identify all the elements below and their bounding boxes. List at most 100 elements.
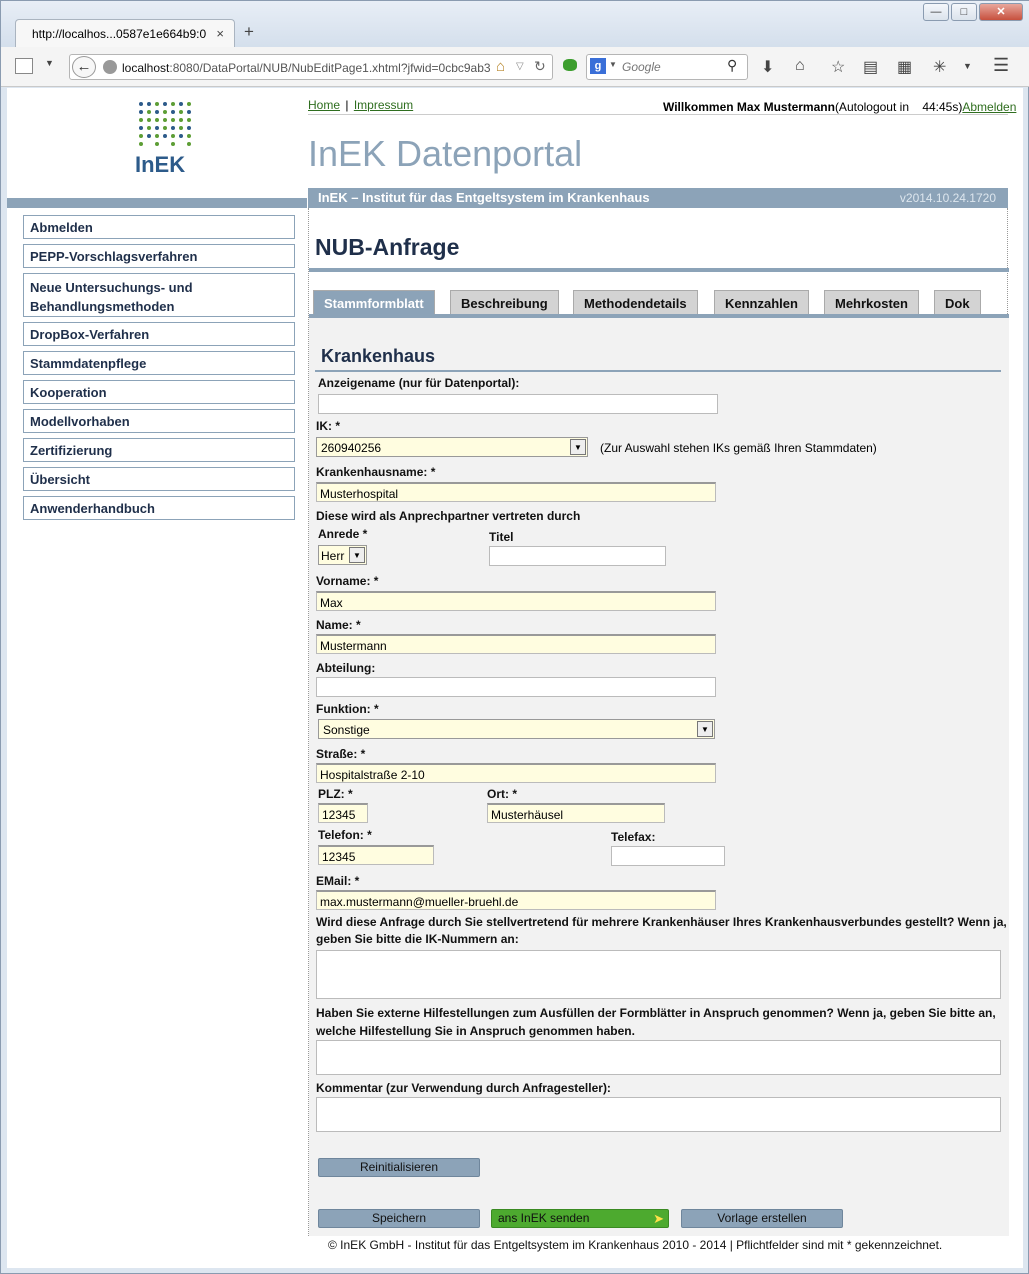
addon3-icon[interactable]: ✳: [933, 57, 946, 77]
sidebar-item-label: DropBox-Verfahren: [30, 327, 150, 342]
section-divider: [315, 370, 1001, 372]
search-bar[interactable]: g ▼ Google ⚲: [586, 54, 748, 80]
reload-icon[interactable]: ↻: [534, 58, 546, 75]
anrede-label: Anrede *: [318, 527, 368, 541]
main-content: NUB-Anfrage Stammformblatt Beschreibung …: [308, 208, 1009, 1236]
sidebar-item-label: Neue Untersuchungs- und Behandlungsmetho…: [30, 280, 193, 314]
tab-methodendetails[interactable]: Methodendetails: [573, 290, 698, 314]
minimize-icon[interactable]: —: [923, 3, 949, 21]
sidebar-item-kooperation[interactable]: Kooperation: [23, 380, 295, 404]
funktion-value: Sonstige: [323, 723, 370, 737]
email-field[interactable]: max.mustermann@mueller-bruehl.de: [316, 890, 716, 910]
sidebar-item-handbuch[interactable]: Anwenderhandbuch: [23, 496, 295, 520]
sidebar-item-label: Anwenderhandbuch: [30, 501, 155, 516]
telefon-field[interactable]: 12345: [318, 845, 434, 865]
close-window-icon[interactable]: ✕: [979, 3, 1023, 21]
anzeigename-label: Anzeigename (nur für Datenportal):: [318, 376, 520, 390]
titel-field[interactable]: [489, 546, 666, 566]
section-title: Krankenhaus: [321, 346, 436, 366]
hilfe-textarea[interactable]: [316, 1040, 1001, 1075]
home-icon[interactable]: ⌂: [795, 57, 805, 75]
logout-link[interactable]: Abmelden: [962, 100, 1016, 114]
bookmark-star-icon[interactable]: ☆: [831, 57, 845, 77]
home-bookmark-icon[interactable]: ⌂: [496, 58, 505, 75]
tab-close-icon[interactable]: ×: [216, 26, 224, 41]
addon2-icon[interactable]: ▦: [897, 57, 912, 77]
ik-label: IK: *: [316, 419, 340, 433]
ort-field[interactable]: Musterhäusel: [487, 803, 665, 823]
vorname-label: Vorname: *: [316, 574, 379, 588]
email-label: EMail: *: [316, 874, 360, 888]
sidebar-item-abmelden[interactable]: Abmelden: [23, 215, 295, 239]
history-dropdown-icon[interactable]: ▼: [45, 58, 54, 68]
vorname-field[interactable]: Max: [316, 591, 716, 611]
welcome-text: Willkommen Max Mustermann: [663, 100, 835, 114]
anrede-select[interactable]: Herr ▼: [318, 545, 367, 565]
tab-beschreibung[interactable]: Beschreibung: [450, 290, 559, 314]
welcome-area: Willkommen Max Mustermann(Autologout in …: [663, 100, 1016, 114]
ik-select[interactable]: 260940256 ▼: [316, 437, 588, 457]
toolbar-dropdown-icon[interactable]: ▼: [963, 61, 972, 71]
chevron-down-icon[interactable]: ▼: [697, 721, 713, 737]
reinitialize-button[interactable]: Reinitialisieren: [318, 1158, 480, 1177]
telefax-label: Telefax:: [611, 830, 656, 844]
footer-text: © InEK GmbH - Institut für das Entgeltsy…: [328, 1238, 943, 1252]
sidebar-item-label: Kooperation: [30, 385, 107, 400]
funktion-select[interactable]: Sonstige ▼: [318, 719, 715, 739]
sidebar-item-pepp[interactable]: PEPP-Vorschlagsverfahren: [23, 244, 295, 268]
sidebar-item-zertifizierung[interactable]: Zertifizierung: [23, 438, 295, 462]
telefon-label: Telefon: *: [318, 828, 372, 842]
url-bar[interactable]: ← localhost:8080/DataPortal/NUB/NubEditP…: [69, 54, 553, 80]
kommentar-textarea[interactable]: [316, 1097, 1001, 1132]
create-template-button[interactable]: Vorlage erstellen: [681, 1209, 843, 1228]
verbund-textarea[interactable]: [316, 950, 1001, 999]
strasse-field[interactable]: Hospitalstraße 2-10: [316, 763, 716, 783]
title-bar: http://localhos...0587e1e664b9:0 × + — □…: [1, 1, 1029, 47]
funktion-label: Funktion: *: [316, 702, 379, 716]
download-icon[interactable]: ⬇: [761, 57, 774, 77]
name-label: Name: *: [316, 618, 361, 632]
search-icon[interactable]: ⚲: [727, 57, 737, 74]
sidebar-toggle-icon[interactable]: [15, 58, 33, 74]
logo-divider: [7, 198, 307, 208]
hilfe-label: Haben Sie externe Hilfestellungen zum Au…: [316, 1006, 996, 1020]
page-title: NUB-Anfrage: [315, 234, 460, 260]
bookmarks-list-icon[interactable]: ▤: [863, 57, 878, 77]
krankenhausname-field[interactable]: Musterhospital: [316, 482, 716, 502]
ort-label: Ort: *: [487, 787, 517, 801]
abteilung-label: Abteilung:: [316, 661, 376, 675]
url-dropdown-icon[interactable]: ▽: [516, 61, 524, 72]
strasse-label: Straße: *: [316, 747, 366, 761]
anzeigename-field[interactable]: [318, 394, 718, 414]
browser-tab[interactable]: http://localhos...0587e1e664b9:0 ×: [15, 19, 235, 47]
sidebar-item-label: PEPP-Vorschlagsverfahren: [30, 249, 198, 264]
telefax-field[interactable]: [611, 846, 725, 866]
plz-field[interactable]: 12345: [318, 803, 368, 823]
addon-icon[interactable]: [563, 59, 577, 71]
tab-dok[interactable]: Dok: [934, 290, 981, 314]
sidebar-item-uebersicht[interactable]: Übersicht: [23, 467, 295, 491]
new-tab-icon[interactable]: +: [244, 22, 254, 42]
abteilung-field[interactable]: [316, 677, 716, 697]
tab-stammformblatt[interactable]: Stammformblatt: [313, 290, 435, 316]
maximize-icon[interactable]: □: [951, 3, 977, 21]
sidebar-item-nub[interactable]: Neue Untersuchungs- und Behandlungsmetho…: [23, 273, 295, 317]
search-engine-dropdown-icon[interactable]: ▼: [609, 60, 617, 69]
google-icon[interactable]: g: [590, 58, 606, 74]
tab-kennzahlen[interactable]: Kennzahlen: [714, 290, 809, 314]
name-field[interactable]: Mustermann: [316, 634, 716, 654]
chevron-down-icon[interactable]: ▼: [570, 439, 586, 455]
chevron-down-icon[interactable]: ▼: [349, 547, 365, 563]
home-link[interactable]: Home: [308, 98, 340, 112]
impressum-link[interactable]: Impressum: [354, 98, 413, 112]
save-button[interactable]: Speichern: [318, 1209, 480, 1228]
sidebar-item-dropbox[interactable]: DropBox-Verfahren: [23, 322, 295, 346]
sidebar-item-stammdaten[interactable]: Stammdatenpflege: [23, 351, 295, 375]
sidebar-item-modellvorhaben[interactable]: Modellvorhaben: [23, 409, 295, 433]
back-icon[interactable]: ←: [72, 56, 96, 78]
send-button[interactable]: ans InEK senden ➤: [491, 1209, 669, 1228]
tab-mehrkosten[interactable]: Mehrkosten: [824, 290, 919, 314]
menu-icon[interactable]: ☰: [993, 55, 1009, 76]
web-page: InEK Home | Impressum Willkommen Max Mus…: [7, 88, 1023, 1268]
autologout-text: (Autologout in 44:45s): [834, 100, 963, 114]
